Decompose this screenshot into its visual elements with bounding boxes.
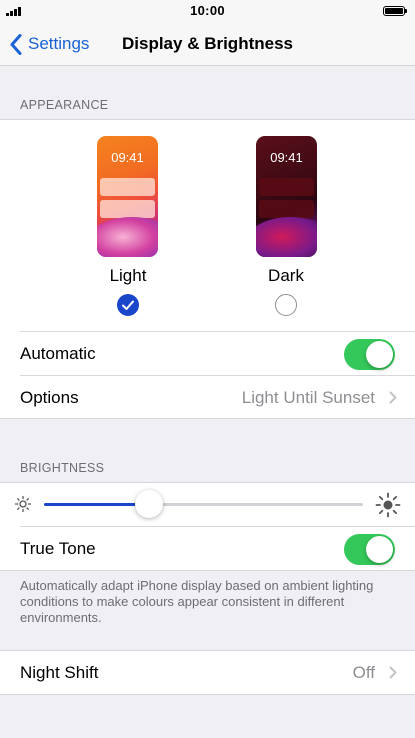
options-row[interactable]: Options Light Until Sunset	[20, 376, 415, 419]
sun-large-icon	[375, 492, 401, 518]
preview-time: 09:41	[111, 150, 144, 165]
checkmark-icon	[122, 300, 134, 310]
preview-notification-card	[259, 178, 314, 196]
status-bar: 10:00	[0, 0, 415, 22]
automatic-toggle[interactable]	[344, 338, 395, 370]
sun-small-icon	[14, 495, 32, 513]
true-tone-row: True Tone	[20, 527, 415, 571]
back-button-label: Settings	[28, 34, 90, 53]
true-tone-label: True Tone	[20, 539, 96, 558]
preview-notification-card	[100, 200, 155, 218]
true-tone-footnote: Automatically adapt iPhone display based…	[20, 578, 374, 625]
night-shift-group: Night Shift Off	[0, 650, 415, 695]
night-shift-label: Night Shift	[20, 662, 99, 682]
preview-notification-card	[259, 200, 314, 218]
brightness-slider-thumb[interactable]	[135, 490, 164, 518]
options-label: Options	[20, 387, 79, 407]
night-shift-value: Off	[352, 662, 375, 682]
battery-full-icon	[383, 6, 407, 16]
automatic-row: Automatic	[20, 332, 415, 376]
preview-time: 09:41	[270, 150, 303, 165]
light-mode-preview[interactable]: 09:41	[97, 136, 158, 257]
true-tone-toggle[interactable]	[344, 533, 395, 565]
chevron-right-icon	[389, 666, 397, 679]
automatic-label: Automatic	[20, 344, 96, 363]
preview-wallpaper	[97, 217, 158, 257]
navigation-bar: Settings Display & Brightness	[0, 22, 415, 66]
night-shift-row[interactable]: Night Shift Off	[20, 651, 415, 694]
brightness-slider-track[interactable]	[44, 503, 363, 506]
light-mode-label: Light	[109, 266, 147, 285]
brightness-group: True Tone	[0, 482, 415, 571]
options-value: Light Until Sunset	[241, 387, 375, 407]
status-time: 10:00	[190, 3, 225, 18]
appearance-group: 09:41 Light 09:41 Dark Automatic Options…	[0, 119, 415, 419]
light-mode-radio[interactable]	[117, 294, 139, 316]
section-header-appearance: APPEARANCE	[20, 98, 109, 112]
section-header-brightness: BRIGHTNESS	[20, 461, 105, 475]
dark-mode-label: Dark	[268, 266, 304, 285]
back-button[interactable]: Settings	[10, 30, 89, 58]
preview-notification-card	[100, 178, 155, 196]
brightness-slider-fill	[44, 503, 150, 506]
dark-mode-preview[interactable]: 09:41	[256, 136, 317, 257]
chevron-left-icon	[10, 33, 22, 55]
chevron-right-icon	[389, 391, 397, 404]
preview-wallpaper	[256, 217, 317, 257]
dark-mode-radio[interactable]	[275, 294, 297, 316]
